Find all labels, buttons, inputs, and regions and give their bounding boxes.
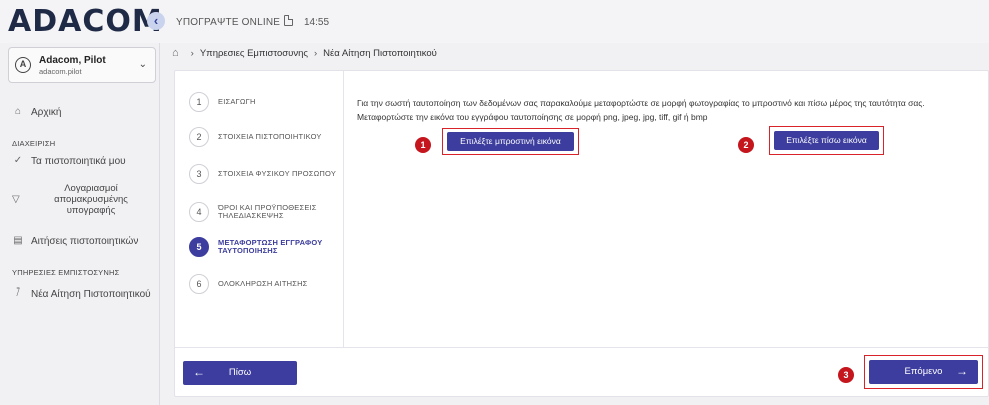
step-label: ΣΤΟΙΧΕΙΑ ΦΥΣΙΚΟΥ ΠΡΟΣΩΠΟΥ [218, 169, 337, 178]
user-name: Adacom, Pilot [39, 55, 106, 66]
breadcrumb: ⌂ › Υπηρεσιες Εμπιστοσυνης › Νέα Αίτηση … [172, 47, 437, 59]
step-5-active: 5 ΜΕΤΑΦΟΡΤΩΣΗ ΕΓΓΡΑΦΟΥ ΤΑΥΤΟΠΟΙΗΣΗΣ [189, 237, 348, 257]
back-button-label: Πίσω [228, 367, 252, 378]
adacom-logo: ADACOM [8, 4, 163, 39]
chevron-right-icon: › [313, 47, 318, 59]
step-number: 5 [189, 237, 209, 257]
upload-instruction: Για την σωστή ταυτοποίηση των δεδομένων … [357, 98, 925, 108]
step-label: ΕΙΣΑΓΩΓΗ [218, 97, 256, 106]
cart-icon: ⧶ [16, 288, 20, 299]
sidebar-item-label: Τα πιστοποιητικά μου [31, 155, 126, 167]
collapse-sidebar-icon[interactable]: ‹ [147, 12, 165, 30]
step-1: 1 ΕΙΣΑΓΩΓΗ [189, 92, 348, 112]
document-icon [284, 15, 293, 26]
step-number: 4 [189, 202, 209, 222]
sidebar-item-label: Νέα Αίτηση Πιστοποιητικού [31, 288, 151, 300]
step-label: ΟΛΟΚΛΗΡΩΣΗ ΑΙΤΗΣΗΣ [218, 279, 308, 288]
annotation-badge-3: 3 [838, 367, 854, 383]
back-button[interactable]: ← Πίσω [183, 361, 297, 385]
sidebar: A Adacom, Pilot adacom.pilot ⌄ ⌂ Αρχική … [0, 43, 160, 405]
sidebar-item-label: Αρχική [31, 106, 62, 118]
sidebar-section-services: ΥΠΗΡΕΣΙΕΣ ΕΜΠΙΣΤΟΣΥΝΗΣ [12, 268, 120, 277]
request-wizard-card: 1 ΕΙΣΑΓΩΓΗ 2 ΣΤΟΙΧΕΙΑ ΠΙΣΤΟΠΟΙΗΤΙΚΟΥ 3 Σ… [174, 70, 989, 397]
breadcrumb-item[interactable]: Υπηρεσιες Εμπιστοσυνης [200, 48, 308, 59]
sidebar-item-home[interactable]: ⌂ Αρχική [12, 106, 61, 118]
sidebar-item-my-certificates[interactable]: ✓ Τα πιστοποιητικά μου [12, 155, 126, 167]
upload-format-instruction: Μεταφορτώστε την εικόνα του εγγράφου ταυ… [357, 112, 708, 122]
user-username: adacom.pilot [39, 67, 82, 76]
step-6: 6 ΟΛΟΚΛΗΡΩΣΗ ΑΙΤΗΣΗΣ [189, 274, 348, 294]
home-icon[interactable]: ⌂ [172, 47, 179, 59]
step-3: 3 ΣΤΟΙΧΕΙΑ ΦΥΣΙΚΟΥ ΠΡΟΣΩΠΟΥ [189, 164, 348, 184]
session-time: 14:55 [304, 17, 330, 28]
step-number: 2 [189, 127, 209, 147]
home-icon: ⌂ [14, 106, 22, 117]
arrow-right-icon: → [956, 364, 968, 378]
chevron-right-icon: › [190, 47, 194, 59]
user-menu[interactable]: A Adacom, Pilot adacom.pilot ⌄ [8, 47, 156, 83]
select-front-image-button[interactable]: Επιλέξτε μπροστινή εικόνα [447, 132, 574, 151]
sidebar-item-label: Αιτήσεις πιστοποιητικών [31, 235, 139, 247]
sidebar-item-cert-requests[interactable]: ▤ Αιτήσεις πιστοποιητικών [12, 235, 138, 247]
sidebar-item-label: Λογαριασμοί απομακρυσμένης υπογραφής [54, 183, 128, 216]
user-avatar-icon: A [15, 57, 31, 73]
step-4: 4 ΌΡΟΙ ΚΑΙ ΠΡΟΫΠΟΘΕΣΕΙΣ ΤΗΛΕΔΙΑΣΚΕΨΗΣ [189, 202, 348, 222]
annotation-badge-1: 1 [415, 137, 431, 153]
step-number: 3 [189, 164, 209, 184]
sidebar-item-new-request[interactable]: ⧶ Νέα Αίτηση Πιστοποιητικού [12, 288, 151, 300]
divider [175, 347, 989, 348]
step-2: 2 ΣΤΟΙΧΕΙΑ ΠΙΣΤΟΠΟΙΗΤΙΚΟΥ [189, 127, 348, 147]
sign-online-label: ΥΠΟΓΡΑΨΤΕ ONLINE [176, 17, 281, 28]
select-back-image-button[interactable]: Επιλέξτε πίσω εικόνα [774, 131, 879, 150]
list-icon: ▤ [13, 235, 23, 246]
shield-icon: ▽ [12, 194, 20, 205]
step-number: 6 [189, 274, 209, 294]
check-circle-icon: ✓ [13, 155, 23, 166]
sidebar-section-manage: ΔΙΑΧΕΙΡΙΣΗ [12, 139, 56, 148]
chevron-down-icon: ⌄ [138, 59, 147, 70]
annotation-badge-2: 2 [738, 137, 754, 153]
step-label: ΌΡΟΙ ΚΑΙ ΠΡΟΫΠΟΘΕΣΕΙΣ ΤΗΛΕΔΙΑΣΚΕΨΗΣ [218, 203, 317, 220]
step-number: 1 [189, 92, 209, 112]
breadcrumb-item-current: Νέα Αίτηση Πιστοποιητικού [323, 47, 437, 59]
next-button[interactable]: Επόμενο → [869, 360, 978, 384]
sidebar-item-remote-accounts[interactable]: ▽ Λογαριασμοί απομακρυσμένης υπογραφής [12, 183, 157, 219]
step-label: ΜΕΤΑΦΟΡΤΩΣΗ ΕΓΓΡΑΦΟΥ ΤΑΥΤΟΠΟΙΗΣΗΣ [218, 238, 323, 255]
top-bar: ADACOM ‹ ΥΠΟΓΡΑΨΤΕ ONLINE 14:55 [0, 0, 989, 43]
step-label: ΣΤΟΙΧΕΙΑ ΠΙΣΤΟΠΟΙΗΤΙΚΟΥ [218, 132, 322, 141]
